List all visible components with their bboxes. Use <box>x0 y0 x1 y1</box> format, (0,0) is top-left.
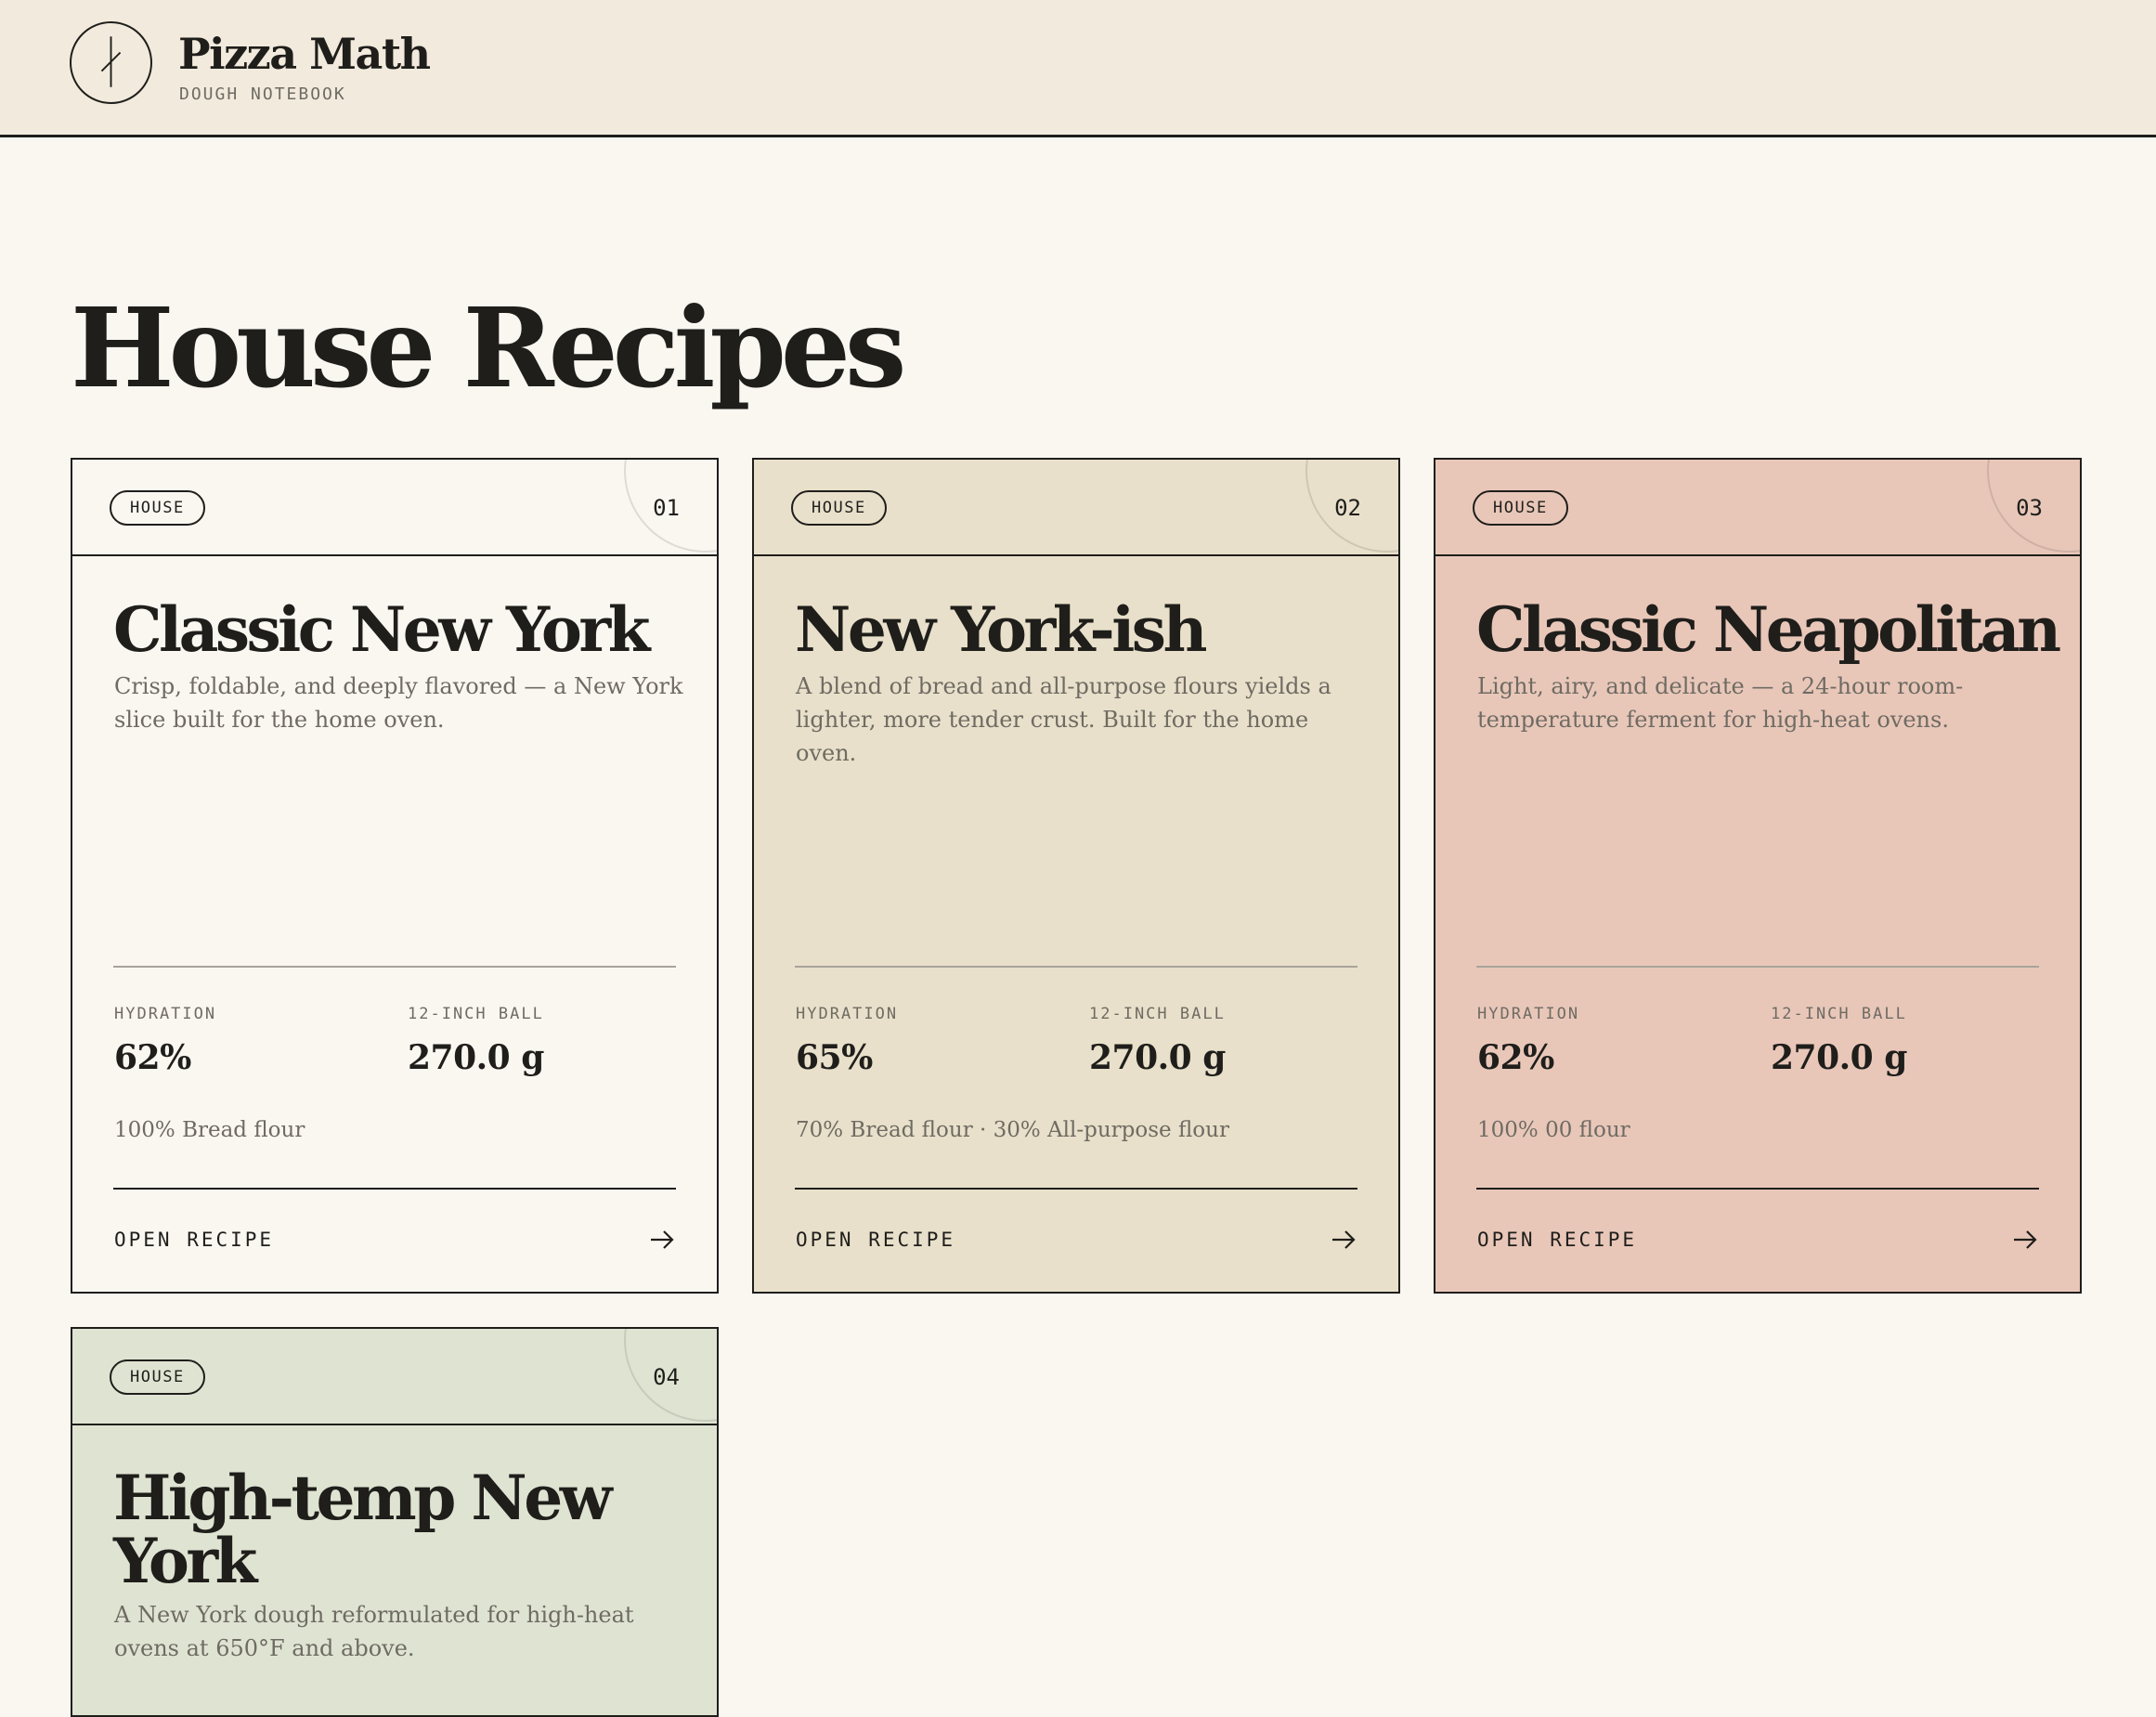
flour-blend: 100% Bread flour <box>114 1118 305 1142</box>
brand-name[interactable]: Pizza Math <box>178 26 431 82</box>
flour-blend: 100% 00 flour <box>1477 1118 1630 1142</box>
recipe-title: Classic New York <box>113 593 650 666</box>
house-badge: HOUSE <box>110 1359 205 1395</box>
recipe-description: A blend of bread and all-purpose flours … <box>796 673 1331 766</box>
house-badge: HOUSE <box>791 490 887 526</box>
open-recipe-label: OPEN RECIPE <box>1477 1229 1638 1251</box>
ball-weight-label: 12-INCH BALL <box>408 1005 544 1023</box>
recipe-title: New York-ish <box>795 593 1207 666</box>
hydration-label: HYDRATION <box>114 1005 217 1023</box>
card-number: 01 <box>653 495 680 521</box>
card-header: HOUSE 01 <box>72 460 717 556</box>
recipe-card-classic-neapolitan[interactable]: HOUSE 03 Classic Neapolitan Light, airy,… <box>1434 458 2082 1294</box>
arrow-right-icon <box>651 1230 674 1249</box>
arrow-right-icon <box>2014 1230 2037 1249</box>
recipe-description: Crisp, foldable, and deeply flavored — a… <box>114 673 683 733</box>
recipe-title: High-temp New York <box>113 1462 613 1597</box>
ball-weight-label: 12-INCH BALL <box>1089 1005 1226 1023</box>
recipe-description: A New York dough reformulated for high-h… <box>114 1602 634 1661</box>
hydration-label: HYDRATION <box>796 1005 899 1023</box>
hydration-value: 65% <box>796 1038 873 1077</box>
open-recipe-label: OPEN RECIPE <box>796 1229 956 1251</box>
open-recipe-button[interactable]: OPEN RECIPE <box>795 1221 1357 1258</box>
recipe-title: Classic Neapolitan <box>1476 593 2061 666</box>
hydration-value: 62% <box>114 1038 191 1077</box>
page-title: House Recipes <box>71 283 906 412</box>
app-header: Pizza Math DOUGH NOTEBOOK <box>0 0 2156 137</box>
recipe-card-new-york-ish[interactable]: HOUSE 02 New York-ish A blend of bread a… <box>752 458 1400 1294</box>
card-number: 04 <box>653 1364 680 1390</box>
card-header: HOUSE 02 <box>754 460 1398 556</box>
recipe-card-classic-new-york[interactable]: HOUSE 01 Classic New York Crisp, foldabl… <box>71 458 719 1294</box>
house-badge: HOUSE <box>110 490 205 526</box>
hydration-value: 62% <box>1477 1038 1554 1077</box>
arrow-right-icon <box>1332 1230 1356 1249</box>
divider <box>1476 966 2039 968</box>
divider <box>113 966 676 968</box>
divider <box>795 966 1357 968</box>
open-recipe-button[interactable]: OPEN RECIPE <box>1476 1221 2039 1258</box>
ball-weight-value: 270.0 g <box>1089 1038 1226 1077</box>
card-header: HOUSE 04 <box>72 1329 717 1425</box>
card-number: 03 <box>2016 495 2043 521</box>
open-recipe-label: OPEN RECIPE <box>114 1229 275 1251</box>
open-recipe-button[interactable]: OPEN RECIPE <box>113 1221 676 1258</box>
house-badge: HOUSE <box>1473 490 1568 526</box>
card-number: 02 <box>1334 495 1361 521</box>
brand-subtitle: DOUGH NOTEBOOK <box>179 85 346 104</box>
ball-weight-value: 270.0 g <box>1771 1038 1907 1077</box>
divider <box>795 1188 1357 1190</box>
logo-glyph <box>100 36 122 87</box>
pizza-slice-mark-icon[interactable] <box>70 21 152 104</box>
recipe-card-high-temp-new-york[interactable]: HOUSE 04 High-temp New York A New York d… <box>71 1327 719 1717</box>
hydration-label: HYDRATION <box>1477 1005 1580 1023</box>
divider <box>1476 1188 2039 1190</box>
divider <box>113 1188 676 1190</box>
flour-blend: 70% Bread flour · 30% All-purpose flour <box>796 1118 1229 1142</box>
ball-weight-value: 270.0 g <box>408 1038 544 1077</box>
ball-weight-label: 12-INCH BALL <box>1771 1005 1907 1023</box>
card-header: HOUSE 03 <box>1435 460 2080 556</box>
recipe-description: Light, airy, and delicate — a 24-hour ro… <box>1477 673 1964 733</box>
